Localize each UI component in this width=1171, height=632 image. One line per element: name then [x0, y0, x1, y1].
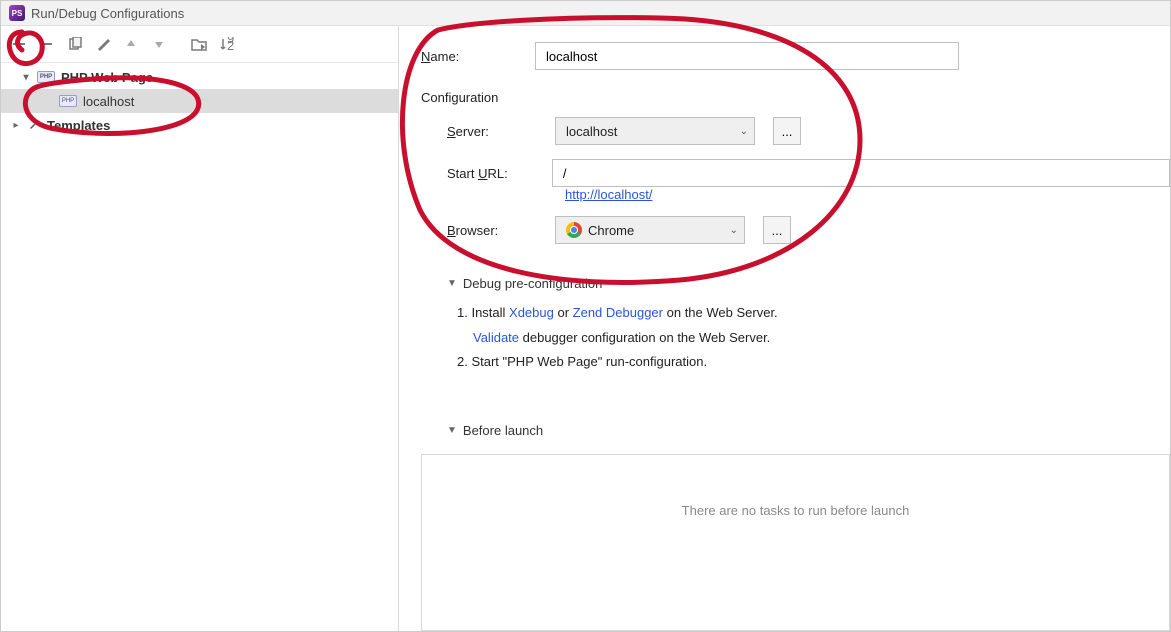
text: debugger configuration on the Web Server… [523, 330, 771, 345]
name-row: Name: [421, 42, 1170, 70]
zend-debugger-link[interactable]: Zend Debugger [573, 305, 663, 320]
folder-button[interactable] [187, 32, 211, 56]
server-value: localhost [566, 124, 617, 139]
name-label: Name: [421, 49, 517, 64]
run-debug-configurations-window: PS Run/Debug Configurations 92 ▾ PHP [0, 0, 1171, 632]
before-launch-header: Before launch [463, 423, 543, 438]
tree-node-localhost[interactable]: PHP localhost [1, 89, 398, 113]
configuration-fields: Server: localhost ⌄ ... Start URL: http:… [447, 117, 1170, 258]
browser-label: Browser: [447, 223, 537, 238]
php-icon: PHP [37, 71, 55, 83]
start-url-input[interactable] [552, 159, 1170, 187]
chevron-down-icon: ⌄ [730, 225, 738, 236]
xdebug-link[interactable]: Xdebug [509, 305, 554, 320]
php-icon: PHP [59, 95, 77, 107]
browser-row: Browser: Chrome ⌄ ... [447, 216, 1170, 244]
start-url-row: Start URL: [447, 159, 1170, 187]
before-launch-expander[interactable]: ▼ Before launch [447, 423, 1170, 438]
wrench-icon [27, 117, 41, 134]
configuration-form: Name: Allow parallel run St Configuratio… [399, 26, 1170, 631]
sort-button[interactable]: 92 [215, 32, 239, 56]
debug-preconfig-validate: Validate debugger configuration on the W… [473, 326, 1170, 351]
browser-browse-button[interactable]: ... [763, 216, 791, 244]
debug-preconfig-header: Debug pre-configuration [463, 276, 602, 291]
tree-node-label: localhost [83, 94, 134, 109]
triangle-down-icon: ▼ [447, 278, 457, 289]
move-up-button[interactable] [119, 32, 143, 56]
sidebar-toolbar: 92 [1, 26, 398, 63]
debug-preconfig-line1: 1. Install Xdebug or Zend Debugger on th… [457, 301, 1170, 326]
window-title: Run/Debug Configurations [31, 6, 184, 21]
tree-node-label: PHP Web Page [61, 70, 153, 85]
server-dropdown[interactable]: localhost ⌄ [555, 117, 755, 145]
before-launch-empty-text: There are no tasks to run before launch [682, 503, 910, 518]
browser-value: Chrome [588, 223, 634, 238]
dialog-body: 92 ▾ PHP PHP Web Page PHP localhost ▸ Te… [1, 26, 1170, 631]
validate-link[interactable]: Validate [473, 330, 519, 345]
server-label: Server: [447, 124, 537, 139]
before-launch-panel: There are no tasks to run before launch [421, 454, 1170, 631]
remove-configuration-button[interactable] [35, 32, 59, 56]
debug-preconfig-list: 1. Install Xdebug or Zend Debugger on th… [457, 301, 1170, 375]
tree-node-label: Templates [47, 118, 110, 133]
chrome-icon [566, 222, 582, 238]
move-down-button[interactable] [147, 32, 171, 56]
text: on the Web Server. [667, 305, 778, 320]
server-browse-button[interactable]: ... [773, 117, 801, 145]
start-url-label: Start URL: [447, 166, 534, 181]
browser-dropdown[interactable]: Chrome ⌄ [555, 216, 745, 244]
svg-text:2: 2 [227, 38, 234, 51]
configurations-sidebar: 92 ▾ PHP PHP Web Page PHP localhost ▸ Te… [1, 26, 399, 631]
name-input[interactable] [535, 42, 959, 70]
add-configuration-button[interactable] [7, 32, 31, 56]
copy-configuration-button[interactable] [63, 32, 87, 56]
server-row: Server: localhost ⌄ ... [447, 117, 1170, 145]
chevron-down-icon: ▾ [21, 72, 31, 83]
configurations-tree[interactable]: ▾ PHP PHP Web Page PHP localhost ▸ Templ… [1, 63, 398, 631]
chevron-right-icon: ▸ [11, 120, 21, 131]
tree-node-templates[interactable]: ▸ Templates [1, 113, 398, 137]
triangle-down-icon: ▼ [447, 425, 457, 436]
chevron-down-icon: ⌄ [740, 126, 748, 137]
text: or [557, 305, 572, 320]
tree-node-php-web-page[interactable]: ▾ PHP PHP Web Page [1, 65, 398, 89]
configuration-section-header: Configuration [421, 90, 1170, 105]
phpstorm-icon: PS [9, 5, 25, 21]
resolved-url-link[interactable]: http://localhost/ [565, 187, 1170, 202]
debug-preconfig-line2: 2. Start "PHP Web Page" run-configuratio… [457, 350, 1170, 375]
edit-templates-button[interactable] [91, 32, 115, 56]
text: 1. Install [457, 305, 509, 320]
debug-preconfig-expander[interactable]: ▼ Debug pre-configuration [447, 276, 1170, 291]
titlebar: PS Run/Debug Configurations [1, 1, 1170, 26]
